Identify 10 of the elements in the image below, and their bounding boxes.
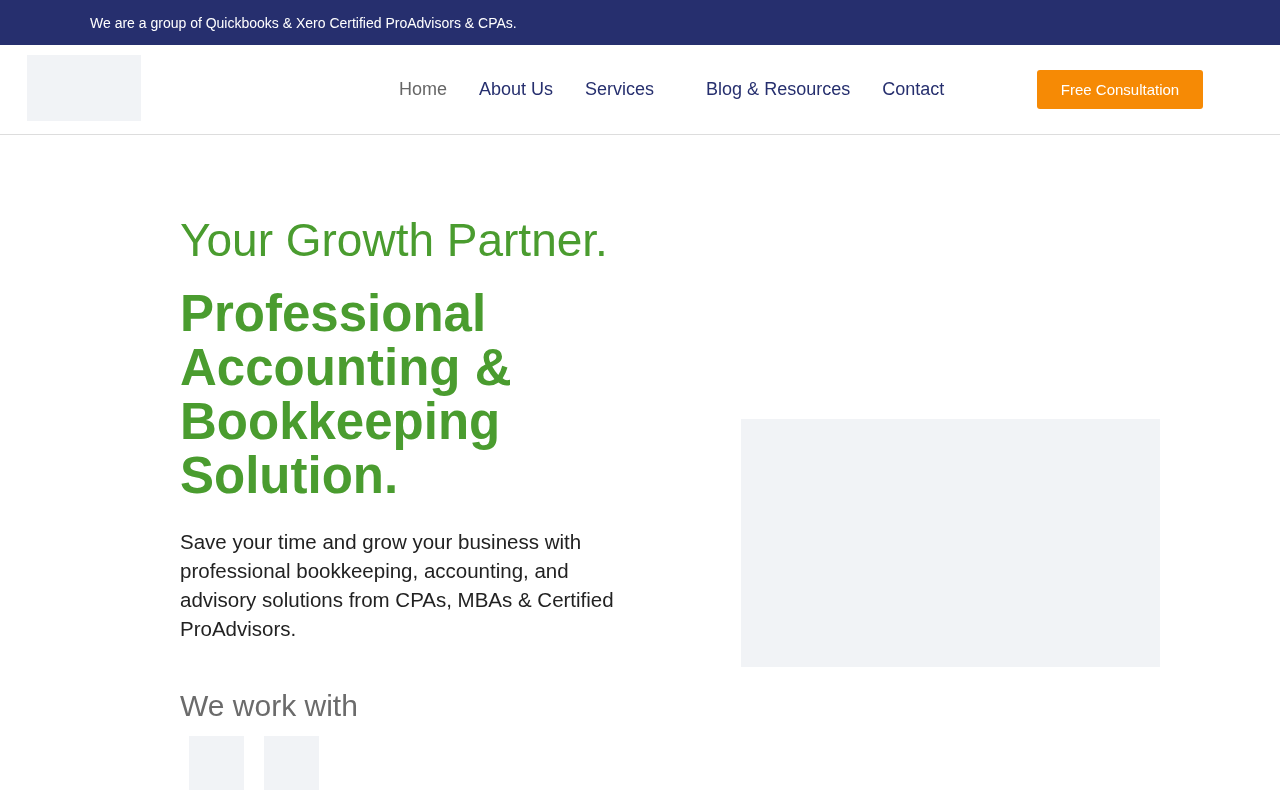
nav-link[interactable]: Home xyxy=(399,79,447,100)
partners-title: We work with xyxy=(180,688,359,724)
nav-link[interactable]: Services xyxy=(585,79,655,100)
nav-link[interactable]: Contact xyxy=(882,79,945,100)
nav-link[interactable]: Blog & Resources xyxy=(706,79,851,100)
announcement-text: We are a group of Quickbooks & Xero Certified ProAdvisors & CPAs. xyxy=(89,14,518,31)
hero-description: Save your time and grow your business with professional bookkeeping, accounting, and advisory solutions from CPAs, MBAs & Certified ProAdvisors. xyxy=(180,529,615,642)
nav-link[interactable]: About Us xyxy=(479,79,554,100)
tagline: Your Growth Partner. xyxy=(180,213,609,267)
hero-heading: Professional Accounting & Bookkeeping Solution. xyxy=(180,287,513,503)
